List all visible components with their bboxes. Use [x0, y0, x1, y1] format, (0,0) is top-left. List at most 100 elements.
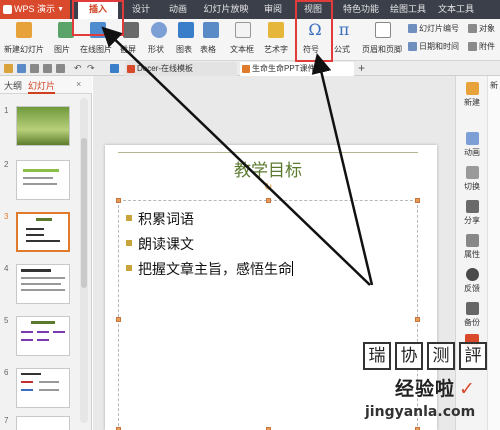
document-list-icon[interactable] — [110, 64, 119, 73]
animation-icon — [465, 132, 479, 145]
slide-thumbnail[interactable] — [16, 416, 70, 430]
sidebar-backup[interactable]: 备份 — [456, 302, 488, 328]
new-icon — [465, 82, 479, 95]
new-slide-icon — [16, 22, 32, 38]
thumb-number: 7 — [4, 416, 9, 425]
preview-icon[interactable] — [43, 64, 52, 73]
screenshot-label: 截屏 — [120, 45, 136, 54]
shape-label: 形状 — [148, 45, 164, 54]
tab-animation[interactable]: 动画 — [162, 0, 194, 19]
new-slide-button[interactable]: 新建幻灯片 — [4, 22, 44, 54]
tab-slideshow[interactable]: 幻灯片放映 — [200, 0, 252, 19]
resize-handle[interactable] — [116, 198, 121, 203]
highlight-symbol-button — [295, 0, 333, 62]
thumb-line — [39, 381, 59, 383]
object-label: 对象 — [479, 24, 495, 33]
close-panel-icon[interactable]: × — [76, 79, 81, 89]
sidebar-animation[interactable]: 动画 — [456, 132, 488, 158]
slide-number-button[interactable]: 幻灯片编号 — [408, 23, 459, 34]
wps-app-menu-button[interactable]: WPS 演示 ▼ — [0, 0, 70, 19]
textbox-button[interactable]: 文本框 — [230, 22, 256, 54]
online-picture-label: 在线图片 — [80, 45, 112, 54]
sidebar-transition[interactable]: 切换 — [456, 166, 488, 192]
properties-icon — [465, 234, 479, 247]
bullet-item[interactable]: 把握文章主旨，感悟生命 — [126, 259, 293, 279]
bullet-item[interactable]: 积累词语 — [126, 209, 194, 229]
wps-logo-icon — [3, 5, 12, 14]
formula-button[interactable]: π 公式 — [334, 22, 354, 55]
chart-button[interactable]: 图表 — [176, 22, 196, 54]
feedback-icon — [465, 268, 479, 281]
sidebar-properties-label: 属性 — [464, 250, 480, 259]
tab-text-tools[interactable]: 文本工具 — [435, 0, 477, 19]
datetime-button[interactable]: 日期和时间 — [408, 41, 459, 52]
picture-label: 图片 — [54, 45, 70, 54]
slide-thumbnail-panel: 大纲 幻灯片 × 1 2 3 4 5 6 7 — [0, 76, 92, 430]
sidebar-animation-label: 动画 — [464, 148, 480, 157]
redo-icon[interactable]: ↷ — [87, 64, 96, 73]
resize-handle[interactable] — [415, 198, 420, 203]
watermark-char: 协 — [395, 342, 423, 370]
far-right-label: 新 — [490, 81, 498, 90]
thumb-line — [21, 373, 41, 375]
slide-thumbnail[interactable] — [16, 368, 70, 408]
thumb-line — [21, 283, 61, 285]
watermark-char: 瑞 — [363, 342, 391, 370]
tab-review[interactable]: 审阅 — [258, 0, 288, 19]
slide-thumbnail-selected[interactable] — [16, 212, 70, 252]
tab-special-features[interactable]: 特色功能 — [340, 0, 382, 19]
print-icon[interactable] — [30, 64, 39, 73]
slide-thumbnail[interactable] — [16, 106, 70, 146]
watermark: 瑞 协 测 評 经验啦 ✓ jingyanla.com — [355, 342, 500, 430]
formula-label: 公式 — [334, 45, 350, 54]
sidebar-new[interactable]: 新建 — [456, 82, 488, 108]
new-tab-plus-icon[interactable]: + — [358, 61, 365, 76]
rotate-handle-icon[interactable]: ↻ — [264, 183, 274, 193]
resize-handle[interactable] — [116, 317, 121, 322]
resize-handle[interactable] — [415, 317, 420, 322]
save-icon[interactable] — [17, 64, 26, 73]
thumb-line — [21, 277, 65, 279]
tab-drawing-tools[interactable]: 绘图工具 — [387, 0, 429, 19]
thumb-number: 2 — [4, 160, 9, 169]
title-placeholder[interactable]: 教学目标 — [118, 152, 418, 181]
attachment-label: 附件 — [479, 42, 495, 51]
header-footer-button[interactable]: 页眉和页脚 — [362, 22, 404, 54]
thumb-number: 5 — [4, 316, 9, 325]
tab-outline[interactable]: 大纲 — [4, 79, 22, 92]
undo-icon[interactable]: ↶ — [74, 64, 83, 73]
resize-handle[interactable] — [266, 198, 271, 203]
thumb-line — [23, 169, 59, 172]
slide-number-label: 幻灯片编号 — [419, 24, 459, 33]
object-button[interactable]: 对象 — [468, 23, 495, 34]
thumb-number: 6 — [4, 368, 9, 377]
format-painter-icon[interactable] — [56, 64, 65, 73]
doc-tab-docer[interactable]: Docer-在线模板 — [125, 62, 237, 76]
art-text-button[interactable]: 艺术字 — [264, 22, 288, 54]
sidebar-properties[interactable]: 属性 — [456, 234, 488, 260]
bullet-item[interactable]: 朗读课文 — [126, 234, 194, 254]
table-label: 表格 — [200, 45, 216, 54]
thumbnail-scrollbar[interactable] — [80, 98, 88, 423]
slide-thumbnail[interactable] — [16, 316, 70, 356]
textbox-label: 文本框 — [230, 45, 254, 54]
shape-button[interactable]: 形状 — [148, 22, 170, 54]
tab-slides[interactable]: 幻灯片 — [28, 79, 56, 94]
doc-tab-docer-label: Docer-在线模板 — [137, 64, 194, 73]
doc-tab-active[interactable]: 生命生命PPT课件... — [240, 62, 354, 76]
sidebar-backup-label: 备份 — [464, 318, 480, 327]
slide-thumbnail[interactable] — [16, 160, 70, 200]
chart-icon — [178, 22, 194, 38]
tab-design[interactable]: 设计 — [125, 0, 157, 19]
attachment-button[interactable]: 附件 — [468, 41, 495, 52]
sidebar-share[interactable]: 分享 — [456, 200, 488, 226]
scrollbar-thumb[interactable] — [81, 138, 87, 288]
datetime-label: 日期和时间 — [419, 42, 459, 51]
slide-title[interactable]: 教学目标 — [118, 156, 418, 181]
slide-thumbnail[interactable] — [16, 264, 70, 304]
sidebar-feedback[interactable]: 反馈 — [456, 268, 488, 294]
thumb-line — [21, 269, 51, 272]
table-button[interactable]: 表格 — [200, 22, 222, 54]
check-icon: ✓ — [459, 378, 476, 400]
open-folder-icon[interactable] — [4, 64, 13, 73]
